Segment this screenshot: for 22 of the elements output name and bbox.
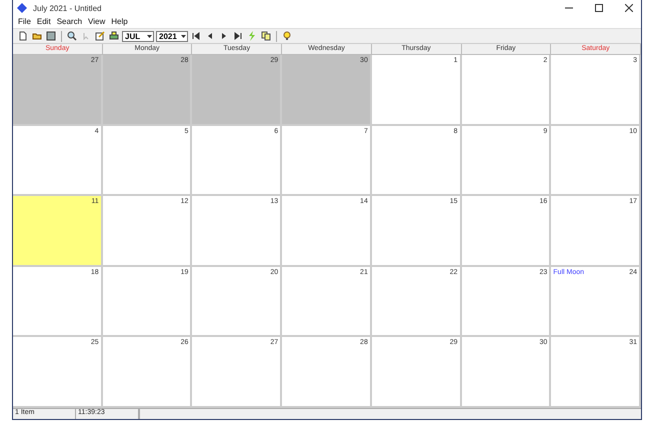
edit-icon[interactable]: [94, 30, 106, 42]
menu-item[interactable]: Edit: [34, 16, 54, 28]
year-dropdown[interactable]: 2021: [156, 30, 188, 42]
copy-icon[interactable]: [260, 30, 272, 42]
magnifier-icon[interactable]: [66, 30, 78, 42]
bulb-icon[interactable]: [281, 30, 293, 42]
save-icon[interactable]: [45, 30, 57, 42]
menu-item[interactable]: File: [15, 16, 34, 28]
menu-item[interactable]: Help: [108, 16, 131, 28]
menu-item[interactable]: Search: [54, 16, 86, 28]
first-icon[interactable]: [190, 30, 202, 42]
last-icon[interactable]: [232, 30, 244, 42]
caret-icon: [180, 32, 187, 40]
caret-icon: [146, 32, 153, 40]
new-file-icon[interactable]: [17, 30, 29, 42]
close-icon[interactable]: [625, 4, 633, 12]
diamond-icon: [17, 3, 27, 13]
window-title: July 2021 - Untitled: [33, 4, 102, 12]
print-icon[interactable]: [108, 30, 120, 42]
maximize-icon[interactable]: [595, 4, 603, 12]
month-dropdown[interactable]: JUL: [122, 30, 154, 42]
menu-item[interactable]: View: [85, 16, 108, 28]
